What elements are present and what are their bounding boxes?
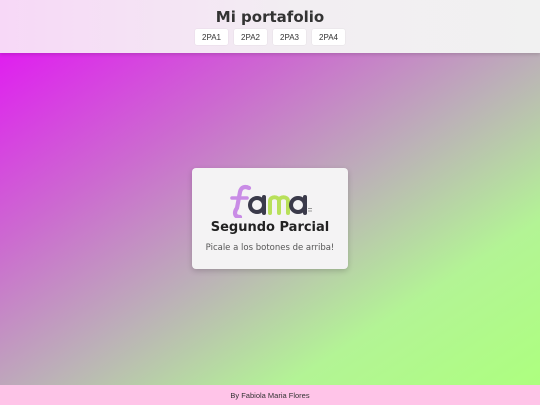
logo-letter-f xyxy=(232,184,252,218)
nav-button-2pa4[interactable]: 2PA4 xyxy=(312,29,345,45)
card-text: Picale a los botones de arriba! xyxy=(205,243,335,253)
main-content: Segundo Parcial Picale a los botones de … xyxy=(0,53,540,385)
nav-button-2pa2[interactable]: 2PA2 xyxy=(234,29,267,45)
nav-button-2pa1[interactable]: 2PA1 xyxy=(195,29,228,45)
page: Mi portafolio 2PA1 2PA2 2PA3 2PA4 Segund… xyxy=(0,0,540,405)
welcome-card: Segundo Parcial Picale a los botones de … xyxy=(192,168,348,269)
site-footer: By Fabiola Maria Flores xyxy=(0,385,540,405)
nav-button-2pa3[interactable]: 2PA3 xyxy=(273,29,306,45)
site-header: Mi portafolio 2PA1 2PA2 2PA3 2PA4 xyxy=(0,0,540,53)
fama-logo xyxy=(230,184,312,218)
card-title: Segundo Parcial xyxy=(210,220,330,235)
footer-text: By Fabiola Maria Flores xyxy=(230,390,310,400)
main-nav: 2PA1 2PA2 2PA3 2PA4 xyxy=(0,29,540,45)
logo-letter-m xyxy=(268,195,290,215)
site-title: Mi portafolio xyxy=(215,8,325,26)
